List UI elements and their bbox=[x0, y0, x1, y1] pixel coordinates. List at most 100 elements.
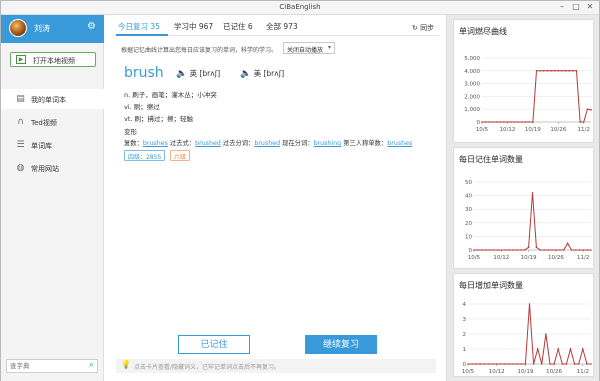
data-point bbox=[535, 246, 538, 249]
definition-line: vi. 刷；擦过 bbox=[124, 103, 160, 111]
main-panel: 今日复习 35 学习中 967 已记住 6 全部 973 ↻ 同步 根据记忆曲线… bbox=[104, 15, 454, 381]
data-point bbox=[535, 70, 538, 72]
x-tick-label: 10/19 bbox=[521, 255, 537, 261]
data-point bbox=[491, 363, 494, 365]
form-link[interactable]: brushes bbox=[143, 140, 168, 147]
data-point bbox=[504, 249, 506, 251]
x-tick-label: 10/19 bbox=[517, 369, 533, 375]
data-point bbox=[551, 249, 553, 251]
data-point bbox=[528, 121, 531, 123]
data-point bbox=[487, 363, 490, 365]
data-point bbox=[532, 363, 535, 365]
sidebar-item-wordbook[interactable]: ▤ 我的单词本 bbox=[1, 89, 104, 109]
data-point bbox=[561, 363, 564, 365]
window-title: CiBaEnglish bbox=[279, 3, 321, 11]
inflection-heading: 变形 bbox=[124, 128, 137, 136]
form-label: 现在分词： bbox=[280, 140, 314, 147]
word-forms: 复数：brushes 过去式：brushed 过去分词：brushed 现在分词… bbox=[124, 138, 412, 147]
title-bar: CiBaEnglish – □ ✕ bbox=[1, 1, 599, 15]
form-link[interactable]: brushing bbox=[314, 140, 342, 147]
avatar[interactable] bbox=[9, 19, 27, 37]
cet4-badge: 四级：2855 bbox=[124, 150, 166, 161]
data-point bbox=[510, 121, 512, 123]
data-point bbox=[479, 363, 482, 365]
data-point bbox=[500, 363, 502, 365]
x-tick-label: 10/5 bbox=[462, 369, 475, 375]
lightbulb-icon: 💡 bbox=[121, 360, 131, 369]
definition-line: n. 刷子，画笔；灌木丛；小冲突 bbox=[124, 91, 217, 99]
tab-learning[interactable]: 学习中 967 bbox=[174, 21, 213, 32]
x-tick-label: 11/2 bbox=[578, 127, 590, 133]
data-point bbox=[582, 121, 585, 123]
x-tick-label: 11/2 bbox=[577, 255, 589, 261]
user-name[interactable]: 刘涛 bbox=[34, 23, 50, 34]
data-point bbox=[590, 249, 592, 251]
data-point bbox=[574, 249, 577, 251]
globe-icon: ◍ bbox=[16, 163, 25, 173]
sidebar-item-ted[interactable]: ∩ Ted视频 bbox=[1, 112, 104, 132]
speaker-icon: 🔈 bbox=[240, 69, 252, 79]
data-point bbox=[483, 363, 486, 365]
y-tick-label: 2 bbox=[463, 332, 467, 338]
y-tick-label: 10 bbox=[465, 234, 472, 240]
tab-all[interactable]: 全部 973 bbox=[266, 21, 298, 32]
tab-remembered[interactable]: 已记住 6 bbox=[223, 21, 253, 32]
tip-text: 点击卡片查看/隐藏词义，已牢记单词点击后不再复习。 bbox=[134, 364, 281, 371]
data-point bbox=[590, 363, 592, 365]
data-point bbox=[499, 121, 501, 123]
y-tick-label: 5,000 bbox=[464, 56, 480, 62]
minimize-button[interactable]: – bbox=[556, 2, 568, 11]
open-local-video-button[interactable]: ▶ 打开本地视频 bbox=[10, 52, 96, 67]
dictionary-search: ⌕ bbox=[6, 359, 98, 373]
gear-icon[interactable]: ⚙ bbox=[87, 21, 96, 32]
sidebar-item-label: 我的单词本 bbox=[31, 96, 66, 104]
x-tick-label: 10/12 bbox=[500, 127, 516, 133]
data-point bbox=[575, 70, 578, 72]
review-hint: 根据记忆曲线计算出您每日应该复习的单词，科学的学习。 bbox=[121, 47, 278, 54]
data-point bbox=[539, 249, 542, 251]
pron-us[interactable]: 🔈 美 [brʌʃ] bbox=[240, 68, 284, 79]
form-link[interactable]: brushes bbox=[387, 140, 412, 147]
data-point bbox=[557, 348, 559, 350]
book-icon: ▤ bbox=[16, 94, 25, 104]
data-point bbox=[582, 348, 584, 350]
sidebar-item-wordbank[interactable]: ☰ 单词库 bbox=[1, 135, 104, 155]
data-point bbox=[496, 249, 499, 251]
data-point bbox=[523, 249, 526, 251]
form-label: 复数： bbox=[124, 140, 143, 147]
remembered-button[interactable]: 已记住 bbox=[178, 335, 250, 354]
close-button[interactable]: ✕ bbox=[584, 2, 596, 11]
x-tick-label: 10/26 bbox=[548, 255, 564, 261]
search-input[interactable] bbox=[10, 361, 80, 371]
pron-uk[interactable]: 🔈 英 [brʌʃ] bbox=[176, 68, 220, 79]
stats-panel: 单词燃尽曲线 0 1,000 2,000 3,000 4,000 5,000 10/5 10/1… bbox=[446, 15, 599, 381]
app-window: CiBaEnglish – □ ✕ 刘涛 ⚙ ▶ 打开本地视频 ▤ 我的单词本 … bbox=[0, 0, 600, 381]
form-link[interactable]: brushed bbox=[254, 140, 280, 147]
data-point bbox=[477, 249, 479, 251]
autoplay-value: 关闭自动播放 bbox=[287, 47, 324, 54]
data-point bbox=[553, 70, 556, 72]
x-tick-label: 11/2 bbox=[577, 369, 589, 375]
word-headword[interactable]: brush bbox=[124, 65, 164, 81]
form-label: 过去式： bbox=[167, 140, 196, 147]
x-tick-label: 10/5 bbox=[476, 127, 489, 133]
sync-button[interactable]: ↻ 同步 bbox=[412, 23, 434, 33]
data-point bbox=[553, 363, 555, 365]
pron-uk-text: 英 [brʌʃ] bbox=[189, 69, 221, 78]
data-point bbox=[555, 249, 557, 251]
tab-today-review[interactable]: 今日复习 35 bbox=[118, 21, 160, 32]
autoplay-select[interactable]: 关闭自动播放 ▾ bbox=[283, 42, 335, 54]
data-point bbox=[492, 249, 495, 251]
form-link[interactable]: brushed bbox=[195, 140, 221, 147]
speaker-icon: 🔈 bbox=[176, 69, 188, 79]
continue-review-button[interactable]: 继续复习 bbox=[305, 335, 377, 354]
data-point bbox=[545, 333, 547, 335]
maximize-button[interactable]: □ bbox=[570, 2, 582, 11]
user-bar: 刘涛 ⚙ bbox=[1, 15, 104, 43]
sidebar-item-label: 常用网站 bbox=[31, 165, 59, 173]
sidebar-item-websites[interactable]: ◍ 常用网站 bbox=[1, 158, 104, 178]
data-point bbox=[516, 249, 518, 251]
data-point bbox=[475, 363, 477, 365]
sidebar-item-label: 单词库 bbox=[31, 142, 52, 150]
search-icon[interactable]: ⌕ bbox=[89, 360, 94, 370]
